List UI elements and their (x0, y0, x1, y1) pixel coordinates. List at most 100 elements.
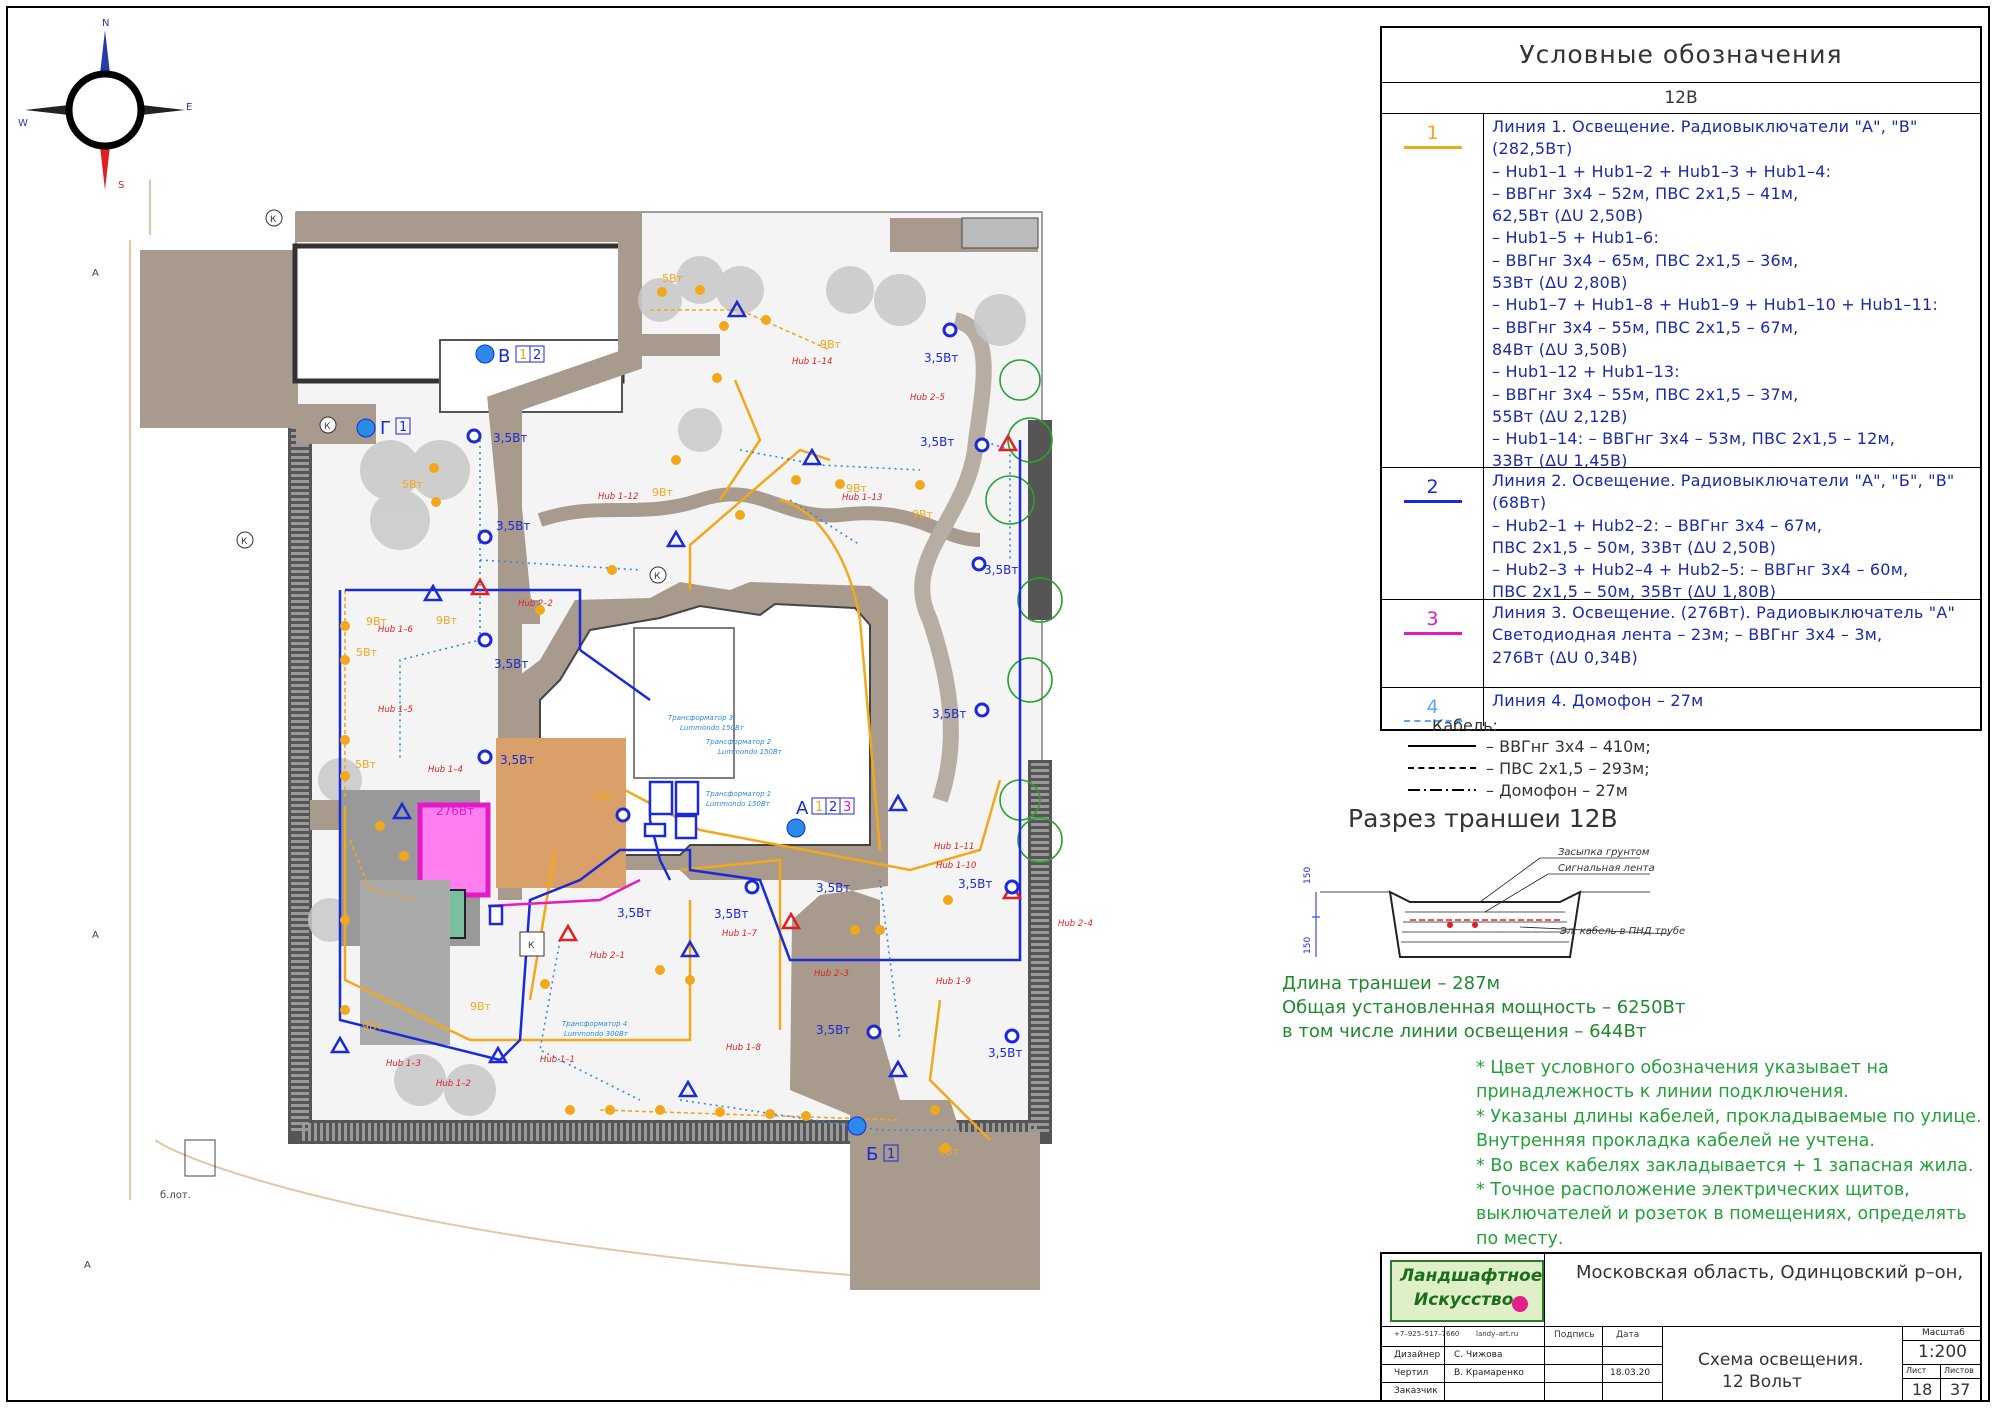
sign-header: Подпись (1554, 1330, 1595, 1340)
sheets-total: 37 (1950, 1380, 1971, 1399)
contact-phone: +7–925–517–7660 (1394, 1330, 1460, 1338)
legend-text-line: 62,5Вт (ΔU 2,50В) (1492, 206, 1644, 226)
legend-line-number: 1 (1426, 122, 1439, 144)
hub-label-1-1: Hub 1–1 (540, 1055, 575, 1065)
cable-item-text: – Домофон – 27м (1486, 780, 1628, 800)
hub-label-2-1: Hub 2–1 (590, 951, 625, 961)
switch-a-num-2: 2 (829, 800, 837, 815)
note-line: * Указаны длины кабелей, прокладываемые … (1476, 1106, 1982, 1127)
sheet-label: Лист (1906, 1366, 1927, 1375)
legend-text-line: – ВВГнг 3х4 – 65м, ПВС 2х1,5 – 36м, (1492, 250, 1799, 270)
legend-symbol: 2 (1382, 468, 1484, 599)
power-9-c: 9Вт (846, 482, 868, 495)
cable-row: – ВВГнг 3х4 – 410м; (1390, 735, 1970, 757)
trench-label-cable: Эл. кабель в ПНД трубе (1559, 925, 1685, 937)
transformer-4-name: Трансформатор 4 (562, 1020, 627, 1028)
logo-line-2: Искусство (1414, 1290, 1514, 1310)
switch-v-letter: В (498, 346, 510, 367)
hub-label-1-10: Hub 1–10 (936, 861, 976, 871)
legend-text-line: Линия 2. Освещение. Радиовыключатели "А"… (1492, 471, 1955, 490)
cable-item-text: – ВВГнг 3х4 – 410м; (1486, 736, 1651, 756)
legend-row-line-2: 2 Линия 2. Освещение. Радиовыключатели "А… (1382, 468, 1980, 601)
power-35-i: 3,5Вт (958, 877, 992, 891)
legend-text-line: Линия 3. Освещение. (276Вт). Радиовыключ… (1492, 603, 1956, 622)
power-9-b: 9Вт (652, 486, 674, 499)
legend-text-line: ПВС 2х1,5 – 50м, 33Вт (ΔU 2,50В) (1492, 537, 1777, 557)
hub-label-1-12: Hub 1–12 (598, 492, 638, 502)
switch-a-num-1: 1 (815, 800, 823, 815)
name-drafter: В. Крамаренко (1454, 1368, 1524, 1378)
hub-label-2-3: Hub 2–3 (814, 969, 849, 979)
trench-label-backfill: Засыпка грунтом (1558, 847, 1650, 858)
trench-section: 150 150 Засыпка грунтом Сигнальная лента… (1303, 847, 1685, 958)
power-9-i: 9Вт (938, 1145, 960, 1158)
power-35-g: 3,5Вт (984, 563, 1018, 577)
note-line: по месту. (1476, 1228, 1564, 1249)
legend-description: Линия 2. Освещение. Радиовыключатели "А"… (1484, 468, 1980, 601)
legend-line-swatch (1403, 500, 1462, 503)
transformer-3-model: Lummondo 150Вт (680, 724, 745, 732)
legend-row-line-3: 3 Линия 3. Освещение. (276Вт). Радиовыклю… (1382, 600, 1980, 688)
power-35-n: 3,5Вт (617, 906, 651, 920)
power-5-c: 5Вт (356, 646, 378, 659)
sheet-title-2: 12 Вольт (1722, 1372, 1802, 1392)
hub-label-1-4: Hub 1–4 (428, 765, 463, 775)
cable-dashdot-line (1408, 789, 1476, 791)
transformer-2-name: Трансформатор 2 (706, 738, 772, 746)
transformer-1-name: Трансформатор 1 (706, 790, 771, 798)
switch-g-num-1: 1 (399, 420, 407, 435)
hub-label-1-9: Hub 1–9 (936, 977, 971, 987)
cable-solid-line (1408, 745, 1476, 747)
road-label-a2: А (92, 930, 99, 941)
sheets-label: Листов (1944, 1366, 1974, 1375)
cable-heading: Кабель: (1432, 716, 1498, 735)
legend-line-number: 4 (1426, 696, 1439, 718)
legend-text-line: (68Вт) (1492, 493, 1547, 513)
trench-dim-1: 150 (1303, 867, 1313, 884)
legend-voltage: 12В (1382, 83, 1980, 114)
legend-description: Линия 3. Освещение. (276Вт). Радиовыключ… (1484, 600, 1980, 687)
cable-item-text: – ПВС 2х1,5 – 293м; (1486, 758, 1650, 778)
date-drafter: 18.03.20 (1610, 1368, 1651, 1378)
hub-label-1-8: Hub 1–8 (726, 1043, 762, 1053)
legend-text-line: – Hub1–14: – ВВГнг 3х4 – 53м, ПВС 2х1,5 … (1492, 429, 1896, 449)
switch-a-letter: А (796, 798, 809, 819)
legend-panel: Условные обозначения 12В 1 Линия 1. Освещ… (1380, 26, 1982, 731)
legend-text-line: Линия 1. Освещение. Радиовыключатели "А"… (1492, 117, 1918, 136)
role-drafter: Чертил (1394, 1368, 1429, 1378)
switch-b-letter: Б (866, 1144, 878, 1165)
power-35-h: 3,5Вт (932, 707, 966, 721)
date-header: Дата (1616, 1330, 1640, 1340)
power-35-j: 3,5Вт (988, 1046, 1022, 1060)
legend-text-line: – Hub1–5 + Hub1–6: (1492, 228, 1660, 248)
note-line: * Точное расположение электрических щито… (1476, 1180, 1910, 1201)
power-35-a: 3,5Вт (493, 431, 527, 445)
site-plan: А А А б.лот. В Г А Б 1 2 1 1 2 3 1 Hub 1… (84, 180, 1093, 1290)
legend-row-line-1: 1 Линия 1. Освещение. Радиовыключатели "А… (1382, 114, 1980, 470)
road-label-a3: А (84, 1260, 91, 1271)
legend-rows: 1 Линия 1. Освещение. Радиовыключатели "А… (1382, 114, 1980, 726)
legend-text-line: Линия 4. Домофон – 27м (1492, 691, 1704, 710)
legend-text-line: – Hub1–12 + Hub1–13: (1492, 362, 1680, 382)
hub-label-1-2: Hub 1–2 (436, 1079, 471, 1089)
k-marker-2: К (241, 537, 248, 547)
hub-label-2-2: Hub 2–2 (518, 599, 553, 609)
hub-label-1-3: Hub 1–3 (386, 1059, 421, 1069)
hub-label-2-4: Hub 2–4 (1058, 919, 1093, 929)
road-label-a1: А (92, 268, 99, 279)
power-35-l: 3,5Вт (714, 907, 748, 921)
switch-a-num-3: 3 (843, 800, 851, 815)
legend-symbol: 1 (1382, 114, 1484, 467)
power-9-d: 9Вт (912, 508, 934, 521)
k-marker-5: К (528, 941, 535, 951)
power-35-d: 3,5Вт (500, 753, 534, 767)
power-9-g: 9Вт (362, 1020, 384, 1033)
k-marker-1: К (270, 215, 277, 225)
pole-label: б.лот. (160, 1190, 191, 1201)
legend-title: Условные обозначения (1382, 28, 1980, 83)
cable-dashed-line (1408, 767, 1476, 769)
power-35-m: 3,5Вт (816, 881, 850, 895)
power-35-k: 3,5Вт (816, 1023, 850, 1037)
power-9-h: 9Вт (470, 1000, 492, 1013)
title-block: Ландшафтное Искусство Московская область… (1380, 1252, 1982, 1402)
